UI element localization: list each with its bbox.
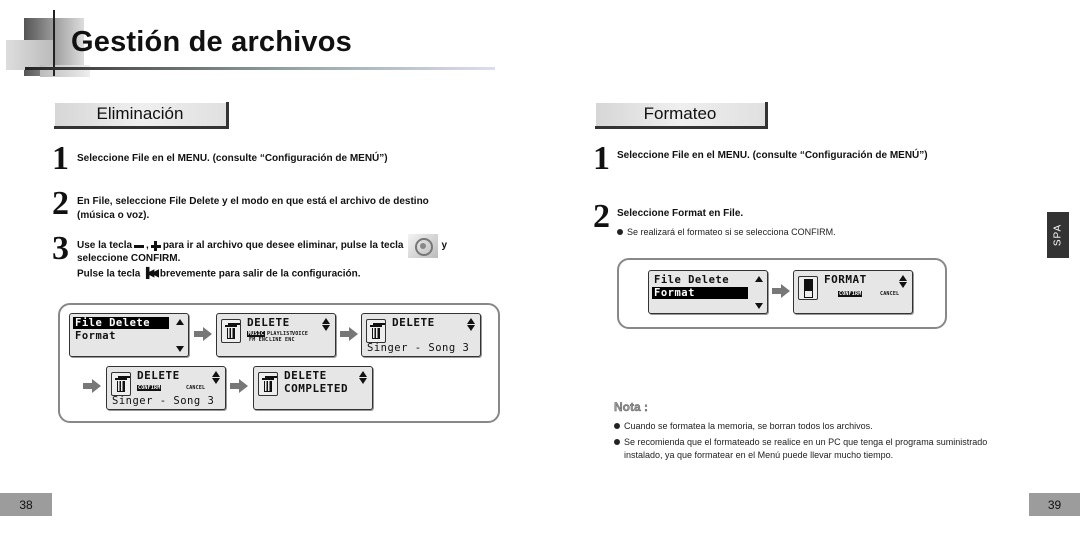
jog-dial-icon [407, 234, 438, 258]
page-number-right: 39 [1029, 493, 1080, 516]
up-down-icon [359, 371, 367, 385]
confirm-option: CONFIRM [137, 385, 162, 391]
text-fragment: Pulse la tecla [77, 268, 141, 280]
note-title: Nota : [614, 400, 648, 414]
bullet-icon [614, 438, 620, 445]
section-heading-label: Formateo [643, 104, 717, 123]
arrow-right-icon [340, 327, 358, 341]
bullet-icon [614, 422, 620, 429]
lcd-screen-file-menu: File Delete Format [69, 313, 189, 357]
menu-item-format: Format [75, 330, 116, 342]
lcd-screen-delete-completed: DELETE COMPLETED [253, 366, 373, 410]
menu-item-format: Format [652, 287, 748, 299]
step-number: 3 [52, 230, 69, 267]
bullet-icon [617, 228, 623, 235]
bullet-text: Se realizará el formateo si se seleccion… [627, 227, 836, 237]
lcd-screen-delete-mode: DELETE MUSIC PLAYLIST VOICE FM ENC LINE … [216, 313, 336, 357]
text-fragment: , [146, 240, 149, 251]
lcd-screen-format-confirm: FORMAT CONFIRM CANCEL [793, 270, 913, 314]
up-down-icon [212, 371, 220, 385]
text-fragment: para ir al archivo que desee eliminar, p… [162, 240, 404, 251]
trash-icon-box [111, 372, 131, 396]
section-heading-formateo: Formateo [595, 102, 768, 129]
text-fragment: y [441, 240, 448, 251]
skip-back-icon: ▐◀◀ [142, 268, 159, 279]
up-down-icon [899, 275, 907, 289]
trash-icon [262, 376, 274, 392]
plus-key-icon [150, 241, 161, 251]
screen-title: DELETE [284, 369, 327, 382]
step-number: 1 [52, 140, 69, 177]
note-item-continued: instalado, ya que formatear en el Menú p… [624, 450, 894, 460]
menu-item-file-delete: File Delete [73, 317, 169, 329]
trash-icon-box [258, 372, 278, 396]
screen-title: FORMAT [824, 273, 867, 286]
step-text: Use la tecla , para ir al archivo que de… [77, 234, 467, 282]
arrow-right-icon [230, 379, 248, 393]
song-name: Singer - Song 3 [367, 342, 470, 354]
header-divider-horizontal [25, 67, 495, 70]
scroll-down-icon [176, 346, 184, 352]
arrow-right-icon [83, 379, 101, 393]
screen-status: COMPLETED [284, 382, 349, 395]
step-text-line: (música o voz). [77, 210, 150, 221]
trash-icon [115, 376, 127, 392]
section-heading-label: Eliminación [96, 104, 184, 123]
note-text: Se recomienda que el formateado se reali… [624, 437, 988, 447]
step-text-line: Pulse la tecla ▐◀◀ brevemente para salir d… [77, 267, 467, 282]
step-number: 2 [593, 198, 610, 235]
step-text: Seleccione File en el MENU. (consulte “C… [617, 150, 928, 161]
bullet-item: Se realizará el formateo si se seleccion… [617, 226, 836, 239]
format-icon-box [798, 276, 818, 300]
step-text: Seleccione Format en File. [617, 208, 744, 219]
arrow-right-icon [194, 327, 212, 341]
arrow-right-icon [772, 284, 790, 298]
lcd-screen-file-menu: File Delete Format [648, 270, 768, 314]
scroll-down-icon [755, 303, 763, 309]
step-text: En File, seleccione File Delete y el mod… [77, 195, 429, 223]
note-item: Cuando se formatea la memoria, se borran… [614, 420, 873, 433]
mode-option-fm-enc: FM ENC [249, 337, 269, 343]
scroll-up-icon [755, 276, 763, 282]
language-tab: SPA [1047, 212, 1069, 258]
song-name: Singer - Song 3 [112, 395, 215, 407]
screen-title: DELETE [247, 316, 290, 329]
text-fragment: brevemente para salir de la configuració… [159, 268, 361, 280]
page-title: Gestión de archivos [71, 26, 352, 58]
cancel-option: CANCEL [880, 291, 900, 297]
up-down-icon [467, 318, 475, 332]
step-text: Seleccione File en el MENU. (consulte “C… [77, 153, 388, 164]
screen-title: DELETE [137, 369, 180, 382]
trash-icon [370, 323, 382, 339]
mode-option-line-enc: LINE ENC [269, 337, 295, 343]
page-number-left: 38 [0, 493, 52, 516]
trash-icon [225, 323, 237, 339]
section-heading-eliminacion: Eliminación [54, 102, 229, 129]
scroll-up-icon [176, 319, 184, 325]
step-number: 2 [52, 185, 69, 222]
step-text-line: En File, seleccione File Delete y el mod… [77, 196, 429, 207]
trash-icon-box [366, 319, 386, 343]
lcd-screen-delete-confirm: DELETE CONFIRM CANCEL Singer - Song 3 [106, 366, 226, 410]
note-text: Cuando se formatea la memoria, se borran… [624, 421, 873, 431]
minus-key-icon [134, 244, 145, 248]
up-down-icon [322, 318, 330, 332]
confirm-option: CONFIRM [838, 291, 863, 297]
text-fragment: Use la tecla [77, 240, 133, 251]
lcd-screen-delete-file: DELETE Singer - Song 3 [361, 313, 481, 357]
screen-title: DELETE [392, 316, 435, 329]
note-item: Se recomienda que el formateado se reali… [614, 436, 987, 449]
trash-icon-box [221, 319, 241, 343]
step-number: 1 [593, 140, 610, 177]
cancel-option: CANCEL [186, 385, 206, 391]
memory-icon [804, 279, 813, 298]
language-tab-label: SPA [1052, 223, 1064, 247]
menu-item-file-delete: File Delete [654, 274, 730, 286]
